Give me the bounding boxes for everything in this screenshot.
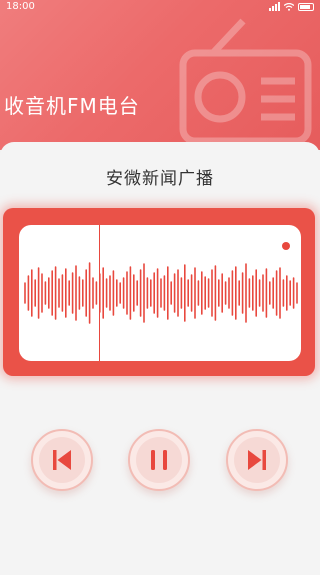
pause-button[interactable] xyxy=(128,429,190,491)
skip-back-icon xyxy=(53,450,71,470)
radio-icon xyxy=(179,18,312,145)
status-icons xyxy=(269,2,314,11)
recording-dot xyxy=(282,242,290,250)
waveform xyxy=(24,262,298,324)
wifi-icon xyxy=(284,2,294,11)
skip-forward-icon xyxy=(248,450,266,470)
next-button[interactable] xyxy=(226,429,288,491)
previous-button[interactable] xyxy=(31,429,93,491)
status-time: 18:00 xyxy=(6,1,35,12)
battery-icon xyxy=(298,2,314,11)
header: 18:00 收音机FM电台 xyxy=(0,0,320,150)
app-title: 收音机FM电台 xyxy=(4,94,140,118)
playhead[interactable] xyxy=(99,225,100,361)
pause-icon xyxy=(151,450,167,470)
status-bar: 18:00 xyxy=(0,0,320,16)
waveform-frame xyxy=(3,208,315,376)
signal-icon xyxy=(269,2,280,11)
station-title: 安微新闻广播 xyxy=(106,169,214,189)
waveform-screen xyxy=(19,225,301,361)
